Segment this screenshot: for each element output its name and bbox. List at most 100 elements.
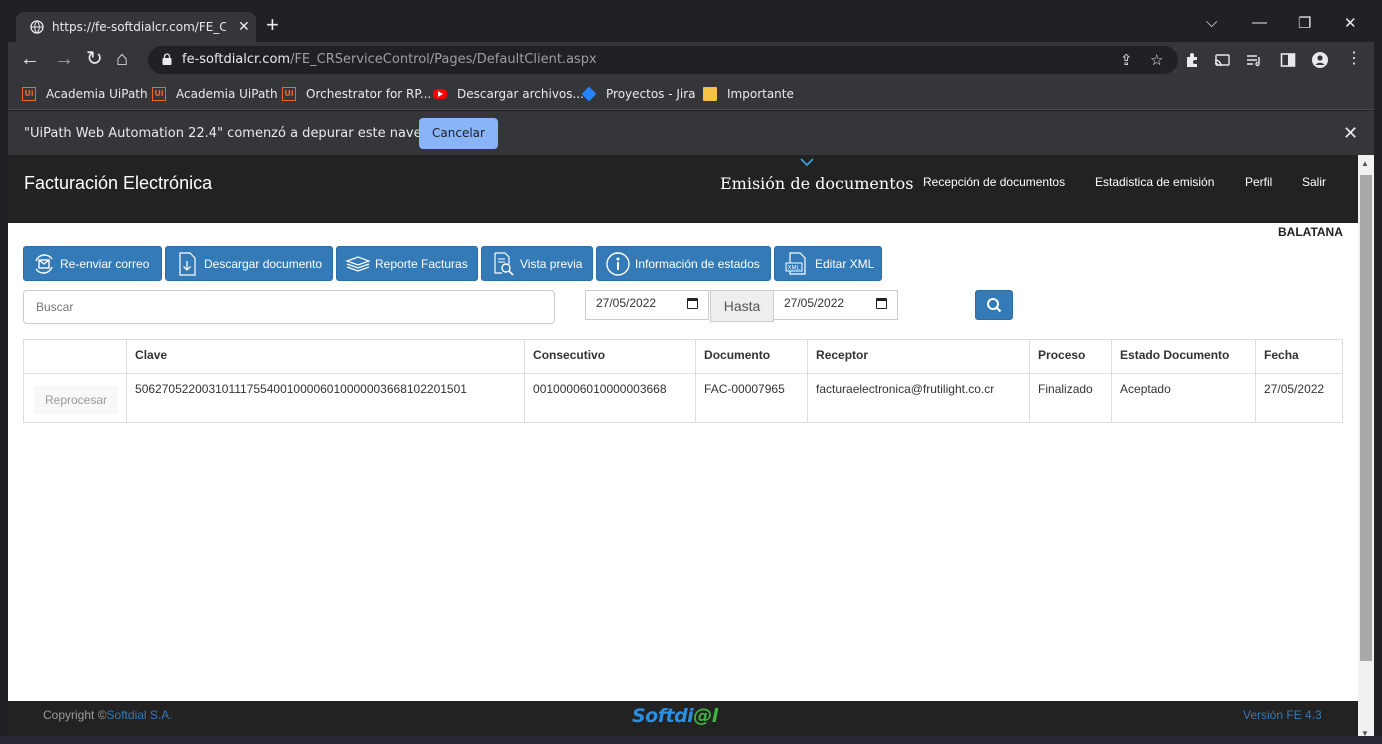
chevron-down-icon [800,158,814,167]
tab-title: https://fe-softdialcr.com/FE_CRSe [52,20,226,34]
vista-previa-button[interactable]: Vista previa [481,246,593,281]
infobar-close-icon[interactable]: ✕ [1343,123,1358,144]
bookmark-item[interactable]: Ui Academia UiPath [152,85,278,103]
menu-kebab-icon[interactable]: ⋮ [1346,48,1362,70]
scroll-up-icon[interactable]: ▲ [1361,159,1369,168]
cast-icon[interactable] [1214,52,1230,68]
column-header-receptor[interactable]: Receptor [807,339,1031,374]
column-header-estado-documento[interactable]: Estado Documento [1111,339,1257,374]
os-taskbar [0,736,1382,744]
preview-document-icon [494,251,514,276]
window-close-icon[interactable]: ✕ [1344,14,1357,32]
bookmark-item[interactable]: Ui Orchestrator for RP... [282,85,431,103]
button-label: Re-enviar correo [60,256,150,271]
reload-icon[interactable]: ↻ [86,48,103,70]
copyright-prefix: Copyright © [43,708,107,722]
column-header-proceso[interactable]: Proceso [1029,339,1113,374]
profile-avatar-icon[interactable] [1312,52,1328,68]
info-icon [606,251,630,276]
logo-text-blue: Softdi [632,705,694,727]
maximize-icon[interactable]: ❐ [1298,14,1311,32]
search-button[interactable] [975,290,1013,320]
reporte-facturas-button[interactable]: Reporte Facturas [336,246,478,281]
minimize-icon[interactable]: — [1252,14,1267,31]
back-arrow-icon[interactable]: ← [20,48,40,70]
app-footer: Copyright ©Softdial S.A. Softdi@l Versió… [8,701,1358,741]
table-cell: Reprocesar [22,373,128,423]
cell-consecutivo: 00100006010000003668 [524,373,697,423]
media-queue-icon[interactable] [1246,52,1262,68]
descargar-documento-button[interactable]: Descargar documento [165,246,333,281]
forward-arrow-icon[interactable]: → [54,48,74,70]
extensions-puzzle-icon[interactable] [1184,52,1200,68]
nav-estadistica-emision[interactable]: Estadistica de emisión [1095,175,1214,189]
tab-close-icon[interactable]: ✕ [238,18,250,35]
informacion-estados-button[interactable]: Información de estados [596,246,771,281]
browser-toolbar: ← → ↻ ⌂ fe-softdialcr.com/FE_CRServiceCo… [8,42,1374,78]
infobar-message: "UiPath Web Automation 22.4" comenzó a d… [24,126,460,141]
share-icon[interactable]: ⇪ [1120,51,1133,69]
globe-icon [30,20,44,34]
youtube-icon [433,89,447,99]
softdial-link[interactable]: Softdial S.A. [107,708,173,722]
lock-icon [162,53,172,65]
app-brand[interactable]: Facturación Electrónica [24,173,212,194]
date-to-picker[interactable]: 27/05/2022 [773,290,898,320]
download-document-icon [179,251,196,276]
nav-salir[interactable]: Salir [1302,175,1326,189]
hasta-label: Hasta [710,290,774,322]
layers-report-icon [345,255,371,272]
company-name: BALATANA [1278,225,1343,239]
table-row: Reprocesar 50627052200310111755400100006… [22,373,1343,423]
side-panel-icon[interactable] [1280,52,1296,68]
column-header-consecutivo[interactable]: Consecutivo [524,339,697,374]
url-host: fe-softdialcr.com [182,52,291,67]
search-input[interactable] [23,290,555,324]
logo-text-green: @l [693,705,718,727]
date-to-value: 27/05/2022 [784,296,845,310]
bookmark-item[interactable]: Proyectos - Jira [581,85,696,103]
nav-recepcion-documentos[interactable]: Recepción de documentos [923,175,1065,189]
bookmark-item[interactable]: Importante [703,85,794,103]
app-navbar: Facturación Electrónica Emisión de docum… [8,155,1358,223]
button-label: Vista previa [520,256,583,271]
new-tab-button[interactable]: + [266,12,279,38]
cell-fecha: 27/05/2022 [1255,373,1343,423]
uipath-icon: Ui [22,87,36,101]
page-scrollbar[interactable]: ▲ ▼ [1358,155,1374,741]
xml-file-icon: XML [785,251,806,275]
home-icon[interactable]: ⌂ [116,48,128,70]
re-enviar-correo-button[interactable]: Re-enviar correo [23,246,162,281]
button-label: Información de estados [635,256,760,271]
cell-documento: FAC-00007965 [695,373,809,423]
calendar-icon[interactable] [876,298,887,309]
browser-window: https://fe-softdialcr.com/FE_CRSe ✕ + ⌵ … [8,8,1374,744]
svg-text:XML: XML [788,265,801,271]
button-label: Descargar documento [204,256,323,271]
tab-strip: https://fe-softdialcr.com/FE_CRSe ✕ + ⌵ … [8,8,1374,42]
cancel-debug-button[interactable]: Cancelar [419,118,498,149]
reprocesar-button[interactable]: Reprocesar [34,386,119,414]
bookmark-item[interactable]: Ui Academia UiPath [22,85,148,103]
web-page: Facturación Electrónica Emisión de docum… [8,155,1358,741]
bookmark-label: Orchestrator for RP... [306,87,432,101]
editar-xml-button[interactable]: XML Editar XML [774,246,882,281]
version-label: Versión FE 4.3 [1243,708,1322,722]
browser-tab[interactable]: https://fe-softdialcr.com/FE_CRSe ✕ [16,12,256,42]
column-header-fecha[interactable]: Fecha [1255,339,1343,374]
column-header [22,339,128,374]
nav-perfil[interactable]: Perfil [1245,175,1272,189]
bookmark-label: Importante [727,87,794,101]
star-icon[interactable]: ☆ [1150,51,1163,69]
calendar-icon[interactable] [687,298,698,309]
date-from-picker[interactable]: 27/05/2022 [585,290,709,320]
resend-mail-icon [35,253,53,274]
documents-table: Clave Consecutivo Documento Receptor Pro… [22,339,1343,423]
column-header-documento[interactable]: Documento [695,339,809,374]
bookmark-item[interactable]: Descargar archivos... [433,85,584,103]
tab-search-chevron-icon[interactable]: ⌵ [1206,14,1217,31]
address-bar[interactable]: fe-softdialcr.com/FE_CRServiceControl/Pa… [148,46,1178,74]
nav-emision-documentos[interactable]: Emisión de documentos [720,174,913,193]
column-header-clave[interactable]: Clave [126,339,526,374]
scrollbar-thumb[interactable] [1360,175,1372,661]
